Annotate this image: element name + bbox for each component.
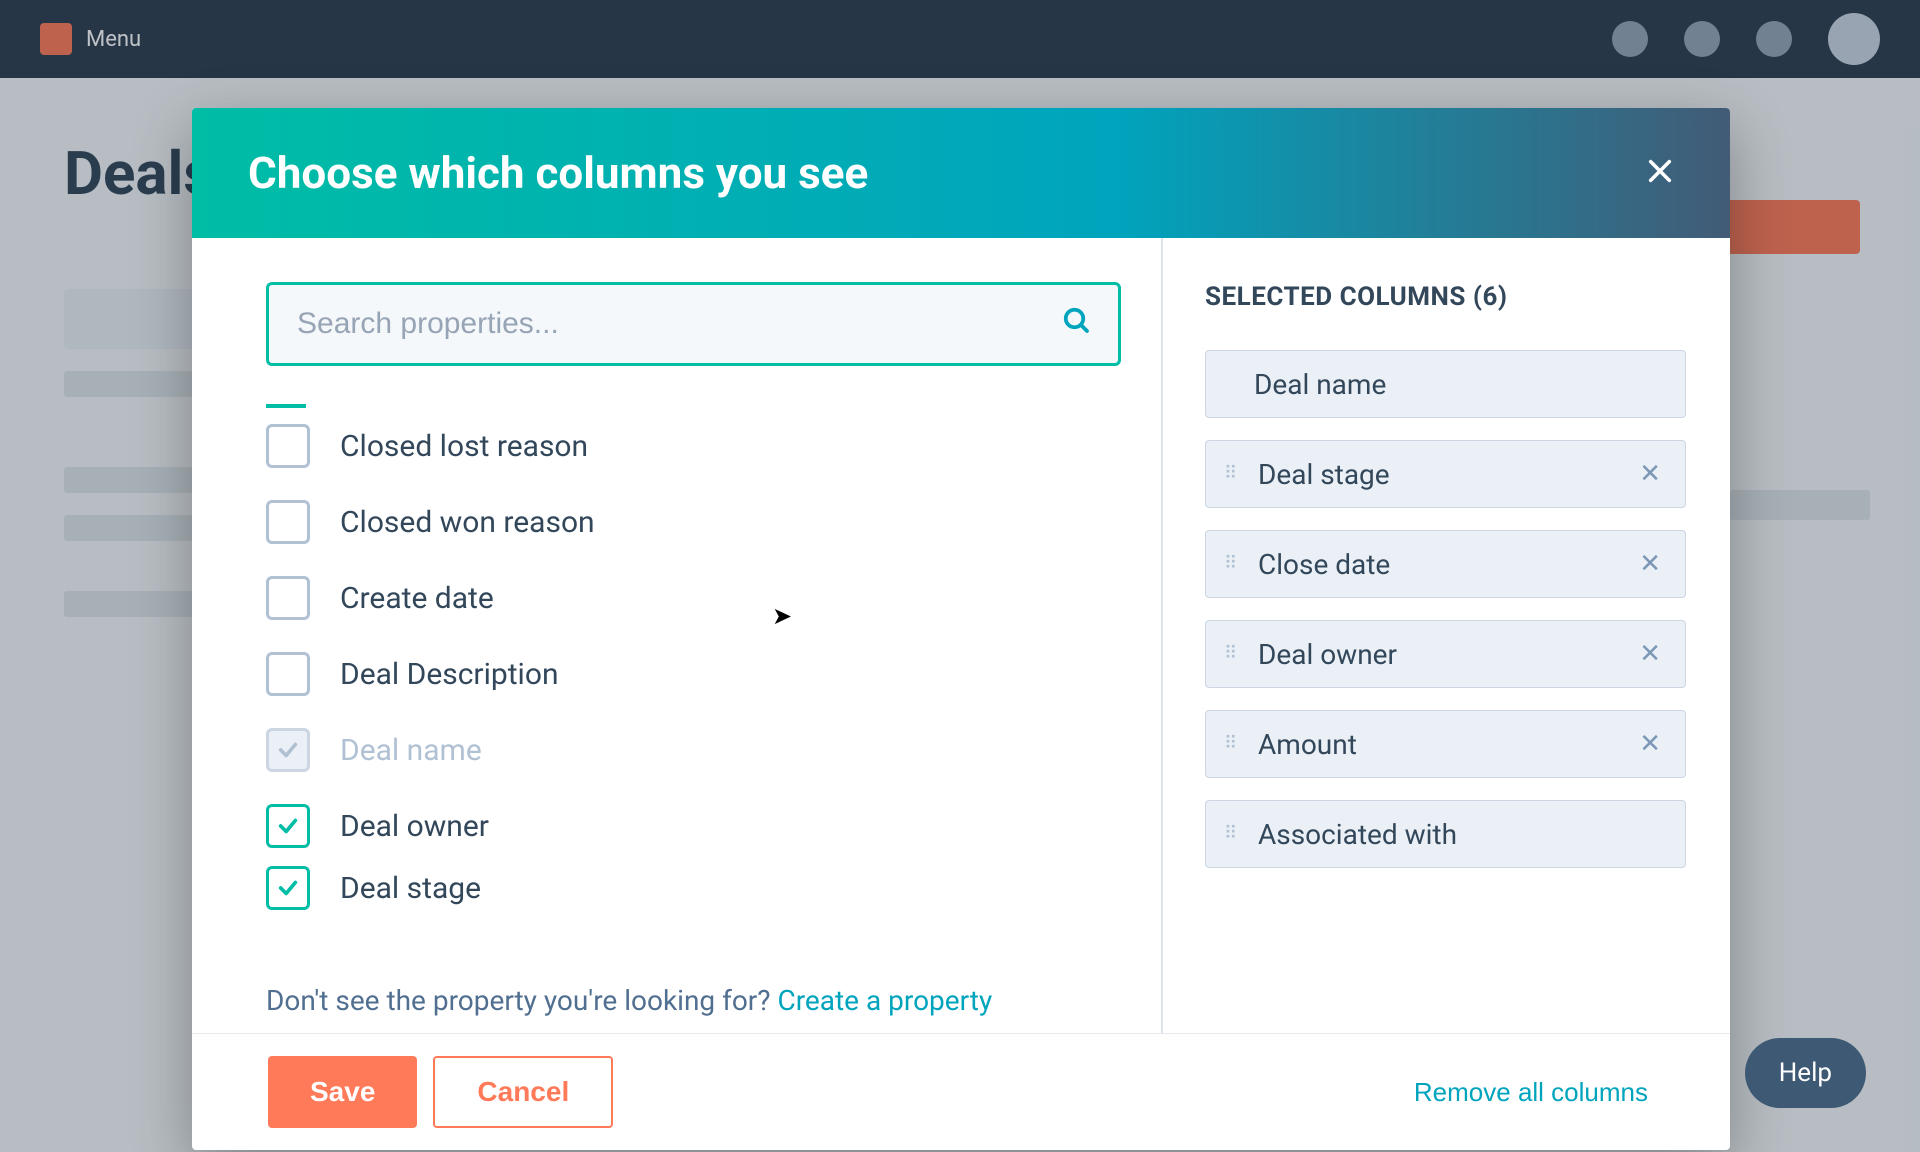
checkbox-icon[interactable]	[266, 576, 310, 620]
selected-column-label: Deal stage	[1258, 458, 1390, 491]
checkbox-icon[interactable]	[266, 500, 310, 544]
property-option[interactable]: Closed won reason	[266, 484, 1121, 560]
selected-column[interactable]: ⠿ Deal owner ✕	[1205, 620, 1686, 688]
mouse-cursor-icon: ➤	[772, 602, 792, 630]
cancel-button[interactable]: Cancel	[433, 1056, 613, 1128]
modal-title: Choose which columns you see	[248, 147, 868, 199]
selected-column: Deal name	[1205, 350, 1686, 418]
remove-column-icon[interactable]: ✕	[1639, 639, 1661, 669]
prev-item-peek	[266, 390, 306, 408]
property-label: Deal stage	[340, 871, 481, 906]
selected-columns-list: Deal name ⠿ Deal stage ✕ ⠿ Close date ✕ …	[1205, 350, 1686, 868]
drag-handle-icon[interactable]: ⠿	[1224, 831, 1238, 837]
save-button[interactable]: Save	[268, 1056, 417, 1128]
drag-handle-icon[interactable]: ⠿	[1224, 651, 1238, 657]
selected-column-label: Amount	[1258, 728, 1357, 761]
selected-column[interactable]: ⠿ Close date ✕	[1205, 530, 1686, 598]
property-option[interactable]: Deal owner	[266, 788, 1121, 864]
property-option[interactable]: Closed lost reason	[266, 408, 1121, 484]
create-property-link[interactable]: Create a property	[777, 984, 992, 1017]
property-label: Deal name	[340, 733, 482, 768]
property-label: Closed won reason	[340, 505, 595, 540]
property-list: Closed lost reason Closed won reason Cre…	[266, 390, 1121, 956]
property-option[interactable]: Deal stage	[266, 864, 1121, 912]
property-option: Deal name	[266, 712, 1121, 788]
remove-column-icon[interactable]: ✕	[1639, 729, 1661, 759]
checkbox-icon[interactable]	[266, 804, 310, 848]
property-label: Deal Description	[340, 657, 559, 692]
edit-columns-modal: Choose which columns you see Closed lost…	[192, 108, 1730, 1150]
property-search[interactable]	[266, 282, 1121, 366]
checkbox-icon[interactable]	[266, 866, 310, 910]
property-label: Deal owner	[340, 809, 489, 844]
drag-handle-icon[interactable]: ⠿	[1224, 471, 1238, 477]
modal-footer: Save Cancel Remove all columns	[192, 1033, 1730, 1150]
remove-all-columns-button[interactable]: Remove all columns	[1408, 1076, 1654, 1109]
modal-header: Choose which columns you see	[192, 108, 1730, 238]
property-label: Create date	[340, 581, 494, 616]
selected-column-label: Close date	[1258, 548, 1390, 581]
drag-handle-icon[interactable]: ⠿	[1224, 561, 1238, 567]
property-option[interactable]: Deal Description	[266, 636, 1121, 712]
selected-column-label: Deal name	[1254, 368, 1386, 401]
selected-column[interactable]: ⠿ Associated with	[1205, 800, 1686, 868]
property-option[interactable]: Create date	[266, 560, 1121, 636]
selected-column-label: Deal owner	[1258, 638, 1397, 671]
checkbox-icon[interactable]	[266, 652, 310, 696]
drag-handle-icon[interactable]: ⠿	[1224, 741, 1238, 747]
search-icon	[1062, 306, 1092, 343]
selected-columns-heading: SELECTED COLUMNS (6)	[1205, 282, 1686, 312]
remove-column-icon[interactable]: ✕	[1639, 549, 1661, 579]
remove-column-icon[interactable]: ✕	[1639, 459, 1661, 489]
checkbox-icon[interactable]	[266, 424, 310, 468]
property-label: Closed lost reason	[340, 429, 588, 464]
help-button[interactable]: Help	[1745, 1038, 1866, 1108]
selected-column[interactable]: ⠿ Deal stage ✕	[1205, 440, 1686, 508]
selected-column-label: Associated with	[1258, 818, 1457, 851]
search-input[interactable]	[295, 306, 1062, 342]
close-icon[interactable]	[1646, 152, 1674, 194]
checkbox-icon	[266, 728, 310, 772]
create-property-hint: Don't see the property you're looking fo…	[266, 956, 1121, 1033]
selected-column[interactable]: ⠿ Amount ✕	[1205, 710, 1686, 778]
